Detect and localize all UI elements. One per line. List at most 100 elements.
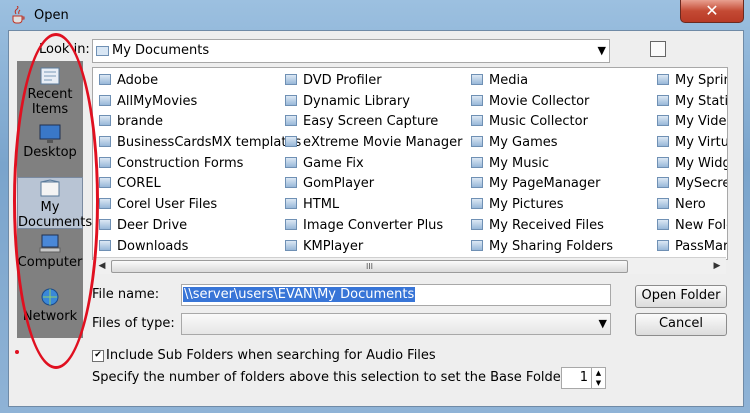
window-title: Open (34, 8, 69, 23)
close-button[interactable]: ✕ (680, 0, 744, 23)
folder-icon (99, 74, 111, 85)
list-item[interactable]: brande (96, 112, 281, 133)
list-item[interactable]: AllMyMovies (96, 92, 281, 113)
list-item[interactable]: Game Fix (282, 154, 467, 175)
my-documents-icon (40, 179, 60, 197)
file-column-3: Media Movie Collector Music Collector My… (468, 71, 653, 257)
place-desktop[interactable]: Desktop (17, 123, 83, 171)
place-label: Recent Items (27, 87, 73, 117)
list-item[interactable]: My Statio (654, 92, 727, 113)
spinner-arrows[interactable]: ▲ ▼ (591, 368, 605, 388)
scroll-left-button[interactable]: ◀ (95, 259, 109, 273)
list-item[interactable]: GomPlayer (282, 174, 467, 195)
look-in-combo[interactable]: My Documents ▼ (92, 39, 610, 63)
folder-icon (471, 218, 483, 230)
place-my-documents[interactable]: My Documents (17, 177, 92, 230)
list-item[interactable]: Dynamic Library (282, 92, 467, 113)
files-of-type-label: Files of type: (92, 316, 175, 331)
file-column-1: Adobe AllMyMovies brande BusinessCardsMX… (96, 71, 301, 258)
base-folder-label: Specify the number of folders above this… (92, 370, 584, 385)
open-folder-button[interactable]: Open Folder (635, 285, 727, 308)
list-item[interactable]: Image Converter Plus (282, 216, 467, 237)
folder-icon (285, 136, 297, 148)
list-item[interactable]: New Folde (654, 216, 727, 237)
list-item[interactable]: My Received Files (468, 216, 653, 237)
list-item[interactable]: Deer Drive (96, 216, 281, 237)
place-computer[interactable]: Computer (17, 233, 83, 283)
title-bar: Open ✕ (0, 0, 750, 30)
list-item[interactable]: My Virtua (654, 133, 727, 154)
include-subfolders-label: Include Sub Folders when searching for A… (106, 348, 436, 363)
place-network[interactable]: Network (17, 287, 83, 337)
folder-icon (285, 198, 297, 210)
list-item[interactable]: MySecretF (654, 174, 727, 195)
list-item[interactable]: DVD Profiler (282, 71, 467, 92)
list-item[interactable]: Easy Screen Capture (282, 112, 467, 133)
list-item[interactable]: Construction Forms (96, 154, 281, 175)
list-item[interactable]: KMPlayer (282, 237, 467, 258)
chevron-down-icon: ▼ (598, 317, 607, 330)
place-label: Network (22, 309, 78, 324)
list-item[interactable]: BusinessCardsMX templates (96, 133, 301, 154)
list-item[interactable]: Adobe (96, 71, 281, 92)
scrollbar-thumb[interactable]: III (111, 260, 628, 273)
folder-icon (99, 239, 111, 251)
list-item[interactable]: My Widge (654, 154, 727, 175)
folder-icon (471, 239, 483, 251)
annotation-dot (15, 350, 19, 354)
folder-icon (99, 177, 111, 189)
network-icon (41, 288, 59, 306)
scroll-right-button[interactable]: ▶ (710, 259, 724, 273)
files-of-type-select[interactable]: ▼ (181, 313, 611, 335)
folder-icon (99, 156, 111, 168)
file-name-label: File name: (92, 287, 160, 302)
folder-icon (285, 74, 297, 85)
list-item[interactable]: Music Collector (468, 112, 653, 133)
view-toggle-button[interactable] (650, 41, 666, 57)
chevron-down-icon: ▼ (597, 44, 606, 57)
folder-icon (471, 177, 483, 189)
list-item[interactable]: HTML (282, 195, 467, 216)
file-name-input[interactable]: \\server\users\EVAN\My Documents (181, 284, 611, 306)
recent-items-icon (40, 67, 60, 85)
folder-icon (471, 198, 483, 210)
list-item[interactable]: Media (468, 71, 653, 92)
horizontal-scrollbar[interactable]: ◀ III ▶ (93, 257, 726, 274)
folder-icon (99, 218, 111, 230)
list-item[interactable]: My Spring (654, 71, 727, 92)
list-item[interactable]: My PageManager (468, 174, 653, 195)
folder-icon (657, 177, 669, 189)
folder-icon (285, 239, 297, 251)
list-item[interactable]: Downloads (96, 237, 281, 258)
folder-icon (657, 218, 669, 230)
folder-icon (657, 136, 669, 148)
list-item[interactable]: My Pictures (468, 195, 653, 216)
place-label: My Documents (18, 200, 93, 230)
folder-icon (285, 115, 297, 127)
folder-icon (99, 115, 111, 127)
folder-icon (657, 94, 669, 106)
list-item[interactable]: PassMark (654, 237, 727, 258)
dialog-window: Open ✕ Look in: My Documents ▼ Recent It… (0, 0, 750, 413)
file-column-2: DVD Profiler Dynamic Library Easy Screen… (282, 71, 467, 257)
list-item[interactable]: COREL (96, 174, 281, 195)
cancel-button[interactable]: Cancel (635, 313, 727, 336)
place-recent-items[interactable]: Recent Items (17, 65, 83, 117)
list-item[interactable]: Movie Collector (468, 92, 653, 113)
include-subfolders-checkbox[interactable]: ✔ (92, 350, 104, 362)
base-folder-spinner[interactable]: 1 ▲ ▼ (561, 367, 606, 389)
folder-icon (99, 198, 111, 210)
file-list[interactable]: Adobe AllMyMovies brande BusinessCardsMX… (92, 67, 728, 260)
places-bar: Recent Items Desktop My Documents Comput… (17, 61, 92, 338)
list-item[interactable]: My Games (468, 133, 653, 154)
desktop-icon (39, 124, 61, 143)
place-label: Desktop (23, 145, 77, 160)
list-item[interactable]: My Sharing Folders (468, 237, 653, 258)
place-label: Computer (17, 255, 83, 270)
list-item[interactable]: Nero (654, 195, 727, 216)
list-item[interactable]: Corel User Files (96, 195, 281, 216)
list-item[interactable]: My Music (468, 154, 653, 175)
list-item[interactable]: My Video (654, 112, 727, 133)
folder-icon (657, 198, 669, 210)
list-item[interactable]: eXtreme Movie Manager (282, 133, 467, 154)
